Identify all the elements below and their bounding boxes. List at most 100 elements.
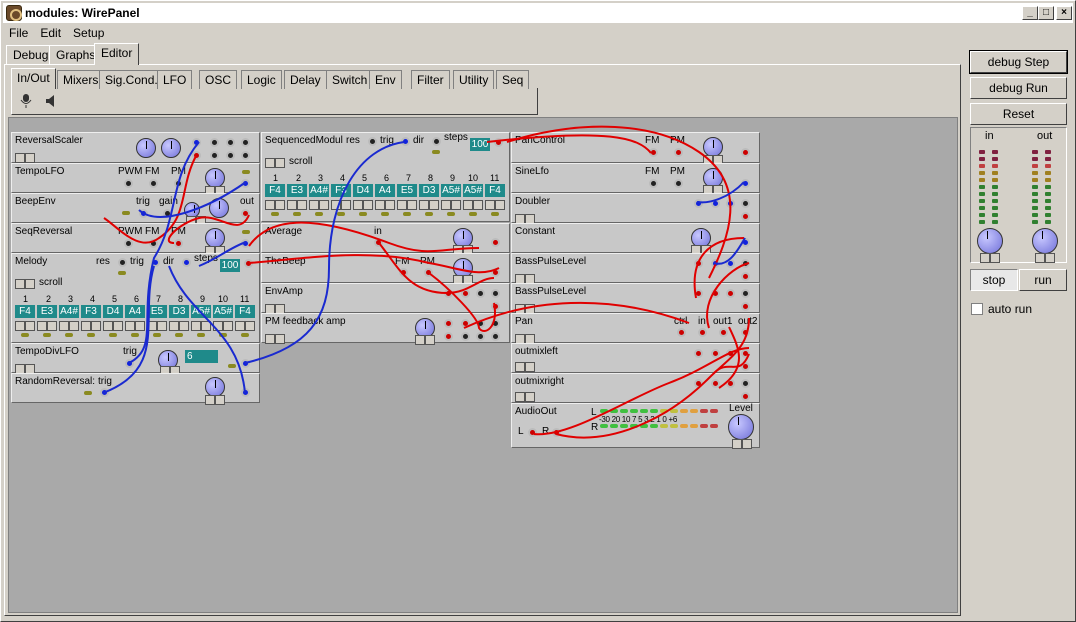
- jack[interactable]: [726, 289, 735, 298]
- jack[interactable]: [151, 258, 160, 267]
- debug-step-button[interactable]: debug Step: [969, 50, 1068, 74]
- module-arrows[interactable]: [515, 362, 535, 372]
- module-arrows[interactable]: [515, 274, 535, 284]
- module-arrows[interactable]: [415, 335, 435, 345]
- step-arrows[interactable]: [309, 200, 329, 210]
- seq-cell[interactable]: F3: [81, 305, 101, 318]
- step-arrows[interactable]: [125, 321, 145, 331]
- seq-cell[interactable]: E3: [287, 184, 307, 197]
- menu-setup[interactable]: Setup: [67, 24, 110, 43]
- step-arrows[interactable]: [147, 321, 167, 331]
- tab-mixers[interactable]: Mixers: [57, 70, 105, 89]
- seq-cell[interactable]: F4: [15, 305, 35, 318]
- jack[interactable]: [741, 349, 750, 358]
- jack[interactable]: [241, 179, 250, 188]
- step-arrows[interactable]: [353, 200, 373, 210]
- knob[interactable]: [205, 377, 225, 397]
- level-knob[interactable]: [728, 414, 754, 440]
- step-arrows[interactable]: [485, 200, 505, 210]
- auto-run-checkbox[interactable]: [971, 303, 983, 315]
- step-arrows[interactable]: [331, 200, 351, 210]
- tab-seq[interactable]: Seq: [496, 70, 530, 89]
- seq-cell[interactable]: A4: [125, 305, 145, 318]
- step-arrows[interactable]: [441, 200, 461, 210]
- jack[interactable]: [491, 302, 500, 311]
- step-arrows[interactable]: [419, 200, 439, 210]
- seq-cell[interactable]: F4: [265, 184, 285, 197]
- jack[interactable]: [149, 179, 158, 188]
- module-sine-lfo[interactable]: SineLfo FM PM: [511, 163, 760, 195]
- jack[interactable]: [476, 319, 485, 328]
- jack[interactable]: [118, 258, 127, 267]
- jack[interactable]: [491, 332, 500, 341]
- jack[interactable]: [741, 302, 750, 311]
- module-arrows[interactable]: [265, 334, 285, 344]
- tab-editor[interactable]: Editor: [94, 43, 140, 65]
- seq-cell[interactable]: A4#: [309, 184, 329, 197]
- step-arrows[interactable]: [213, 321, 233, 331]
- seq-cell[interactable]: A4#: [59, 305, 79, 318]
- steps-value[interactable]: 100: [470, 138, 490, 151]
- jack[interactable]: [241, 239, 250, 248]
- seq-cell[interactable]: D4: [353, 184, 373, 197]
- debug-run-button[interactable]: debug Run: [970, 77, 1067, 99]
- jack[interactable]: [399, 268, 408, 277]
- step-arrows[interactable]: [235, 321, 255, 331]
- jack[interactable]: [694, 349, 703, 358]
- jack[interactable]: [226, 151, 235, 160]
- jack[interactable]: [711, 349, 720, 358]
- jack[interactable]: [241, 138, 250, 147]
- jack[interactable]: [649, 148, 658, 157]
- jack[interactable]: [461, 319, 470, 328]
- jack[interactable]: [444, 319, 453, 328]
- step-arrows[interactable]: [463, 200, 483, 210]
- menu-file[interactable]: File: [3, 24, 34, 43]
- module-arrows[interactable]: [691, 245, 711, 255]
- module-arrows[interactable]: [15, 364, 35, 374]
- knob[interactable]: [161, 138, 181, 158]
- module-arrows[interactable]: [980, 253, 1000, 263]
- tab-in-out[interactable]: In/Out: [11, 68, 56, 89]
- jack[interactable]: [124, 239, 133, 248]
- run-button[interactable]: run: [1019, 269, 1067, 291]
- module-arrows[interactable]: [265, 158, 285, 168]
- jack[interactable]: [226, 138, 235, 147]
- module-bass-pulse-level-1[interactable]: BassPulseLevel: [511, 253, 760, 284]
- jack[interactable]: [711, 259, 720, 268]
- module-pm-feedback-amp[interactable]: PM feedback amp: [261, 313, 510, 345]
- jack[interactable]: [100, 388, 109, 397]
- jack[interactable]: [124, 179, 133, 188]
- jack[interactable]: [741, 379, 750, 388]
- module-arrows[interactable]: [265, 304, 285, 314]
- jack[interactable]: [741, 392, 750, 401]
- jack[interactable]: [210, 138, 219, 147]
- jack[interactable]: [674, 179, 683, 188]
- jack[interactable]: [741, 272, 750, 281]
- jack[interactable]: [491, 289, 500, 298]
- jack[interactable]: [494, 138, 503, 147]
- step-arrows[interactable]: [37, 321, 57, 331]
- step-arrows[interactable]: [59, 321, 79, 331]
- seq-cell[interactable]: F4: [235, 305, 255, 318]
- step-arrows[interactable]: [191, 321, 211, 331]
- jack[interactable]: [444, 289, 453, 298]
- jack[interactable]: [461, 332, 470, 341]
- jack[interactable]: [698, 328, 707, 337]
- speaker-icon[interactable]: [46, 95, 54, 107]
- seq-cell[interactable]: D3: [419, 184, 439, 197]
- knob[interactable]: [703, 137, 723, 157]
- jack[interactable]: [174, 179, 183, 188]
- jack[interactable]: [192, 151, 201, 160]
- jack[interactable]: [210, 151, 219, 160]
- close-button[interactable]: ×: [1056, 6, 1072, 20]
- jack[interactable]: [528, 428, 537, 437]
- jack[interactable]: [711, 289, 720, 298]
- module-average[interactable]: Average in: [261, 223, 510, 255]
- step-arrows[interactable]: [397, 200, 417, 210]
- module-pan[interactable]: Pan ctrl in out1 out2: [511, 313, 760, 344]
- jack[interactable]: [374, 238, 383, 247]
- jack[interactable]: [461, 289, 470, 298]
- module-tempo-lfo[interactable]: TempoLFO PWM FM PM: [11, 163, 260, 196]
- jack[interactable]: [241, 209, 250, 218]
- wire-panel-canvas[interactable]: ReversalScaler TempoLFO PWM FM PM BeepEn…: [8, 117, 958, 613]
